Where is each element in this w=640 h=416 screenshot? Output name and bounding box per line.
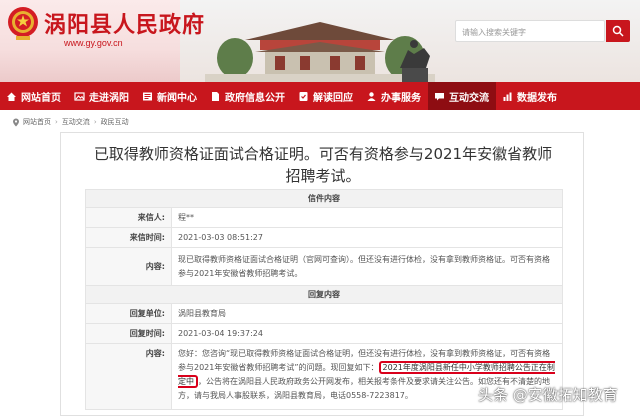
- nav-item-news[interactable]: 新闻中心: [136, 82, 204, 110]
- section-title: 回复内容: [85, 285, 563, 304]
- nav-item-label: 数据发布: [517, 92, 557, 104]
- breadcrumb: 网站首页 › 互动交流 › 政民互动: [12, 117, 129, 127]
- breadcrumb-separator: ›: [55, 118, 58, 126]
- breadcrumb-separator: ›: [93, 118, 97, 126]
- sender-label: 来信人:: [85, 207, 172, 228]
- location-pin-icon: [13, 118, 19, 126]
- reply-unit-label: 回复单位:: [85, 303, 172, 324]
- site-title[interactable]: 涡阳县人民政府: [44, 7, 205, 39]
- nav-item-data[interactable]: 数据发布: [496, 82, 564, 110]
- service-icon: [367, 91, 376, 101]
- nav-item-label: 网站首页: [21, 92, 61, 104]
- site-header: 涡阳县人民政府 www.gy.gov.cn 请输入搜索关键字: [0, 0, 640, 82]
- table-row: 来信时间: 2021-03-03 08:51:27: [85, 227, 563, 248]
- table-row: 回复时间: 2021-03-04 19:37:24: [85, 323, 563, 344]
- main-nav: 网站首页 走进涡阳 新闻中心 政府信息公开 解读回应 办事服务 互动交流 数据发…: [0, 82, 640, 110]
- interpret-icon: [299, 91, 308, 101]
- nav-item-label: 走进涡阳: [89, 92, 129, 104]
- nav-item-about[interactable]: 走进涡阳: [68, 82, 136, 110]
- nav-item-home[interactable]: 网站首页: [0, 82, 68, 110]
- nav-item-label: 解读回应: [313, 92, 353, 104]
- nav-item-service[interactable]: 办事服务: [360, 82, 428, 110]
- letter-table: 信件内容 来信人: 程** 来信时间: 2021-03-03 08:51:27 …: [85, 189, 563, 410]
- nav-item-label: 互动交流: [449, 92, 489, 104]
- nav-item-label: 政府信息公开: [225, 92, 285, 104]
- chart-icon: [503, 92, 512, 101]
- sent-time-value: 2021-03-03 08:51:27: [171, 227, 563, 248]
- breadcrumb-home[interactable]: 网站首页: [23, 117, 51, 127]
- section-title: 信件内容: [85, 189, 563, 208]
- home-icon: [7, 92, 16, 101]
- national-emblem-icon: [8, 7, 38, 40]
- nav-item-label: 新闻中心: [157, 92, 197, 104]
- table-row: 来信人: 程**: [85, 207, 563, 228]
- page-title: 已取得教师资格证面试合格证明。可否有资格参与2021年安徽省教师招聘考试。: [93, 145, 553, 185]
- nav-item-interaction[interactable]: 互动交流: [428, 82, 496, 110]
- article-panel: 已取得教师资格证面试合格证明。可否有资格参与2021年安徽省教师招聘考试。 信件…: [60, 132, 584, 416]
- nav-item-interpret[interactable]: 解读回应: [292, 82, 360, 110]
- letter-content: 现已取得教师资格证面试合格证明（官网可查询）。但还没有进行体检，没有拿到教师资格…: [171, 247, 563, 286]
- letter-section-header: 信件内容: [85, 189, 563, 208]
- watermark: 头条 @安徽拓知教育: [478, 386, 618, 404]
- search-icon: [612, 25, 624, 37]
- reply-time-value: 2021-03-04 19:37:24: [171, 323, 563, 344]
- nav-item-label: 办事服务: [381, 92, 421, 104]
- picture-icon: [74, 91, 85, 101]
- search-input[interactable]: 请输入搜索关键字: [455, 20, 605, 42]
- reply-time-label: 回复时间:: [85, 323, 172, 344]
- table-row: 回复单位: 涡阳县教育局: [85, 303, 563, 324]
- document-icon: [212, 91, 219, 101]
- breadcrumb-current[interactable]: 政民互动: [101, 117, 129, 127]
- nav-item-gov-info[interactable]: 政府信息公开: [204, 82, 292, 110]
- statue-illustration: [400, 40, 430, 82]
- reply-content-label: 内容:: [85, 343, 172, 410]
- table-row: 内容: 现已取得教师资格证面试合格证明（官网可查询）。但还没有进行体检，没有拿到…: [85, 247, 563, 286]
- chat-icon: [435, 92, 444, 100]
- news-icon: [143, 92, 152, 100]
- sent-time-label: 来信时间:: [85, 227, 172, 248]
- content-label: 内容:: [85, 247, 172, 286]
- reply-section-header: 回复内容: [85, 285, 563, 304]
- breadcrumb-interaction[interactable]: 互动交流: [62, 117, 90, 127]
- sender-value: 程**: [171, 207, 563, 228]
- site-url: www.gy.gov.cn: [64, 38, 123, 48]
- search-button[interactable]: [606, 20, 630, 42]
- reply-unit-value: 涡阳县教育局: [171, 303, 563, 324]
